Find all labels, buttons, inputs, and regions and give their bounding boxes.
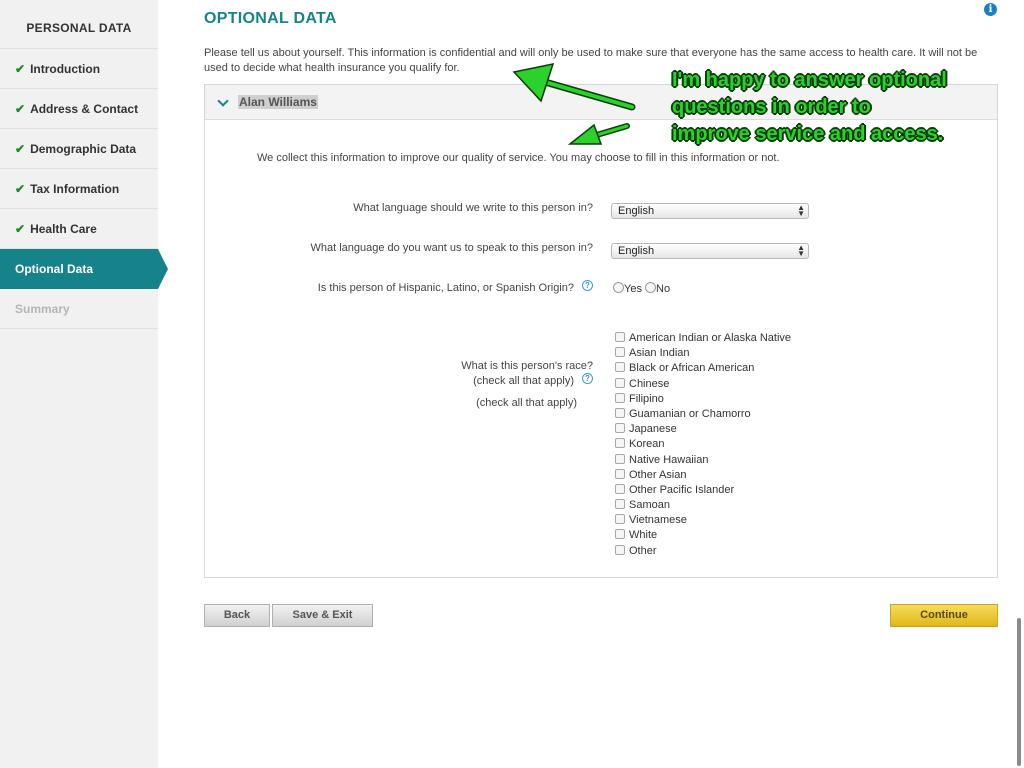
arrow-to-intro [512,63,636,111]
annotation-line: improve service and access. [672,123,944,145]
annotation-line: I'm happy to answer optional [672,69,947,91]
arrow-to-note [567,123,630,145]
annotation-line: questions in order to [672,96,871,118]
scrollbar[interactable] [1017,618,1021,766]
annotation-callout: I'm happy to answer optional questions i… [672,67,947,148]
